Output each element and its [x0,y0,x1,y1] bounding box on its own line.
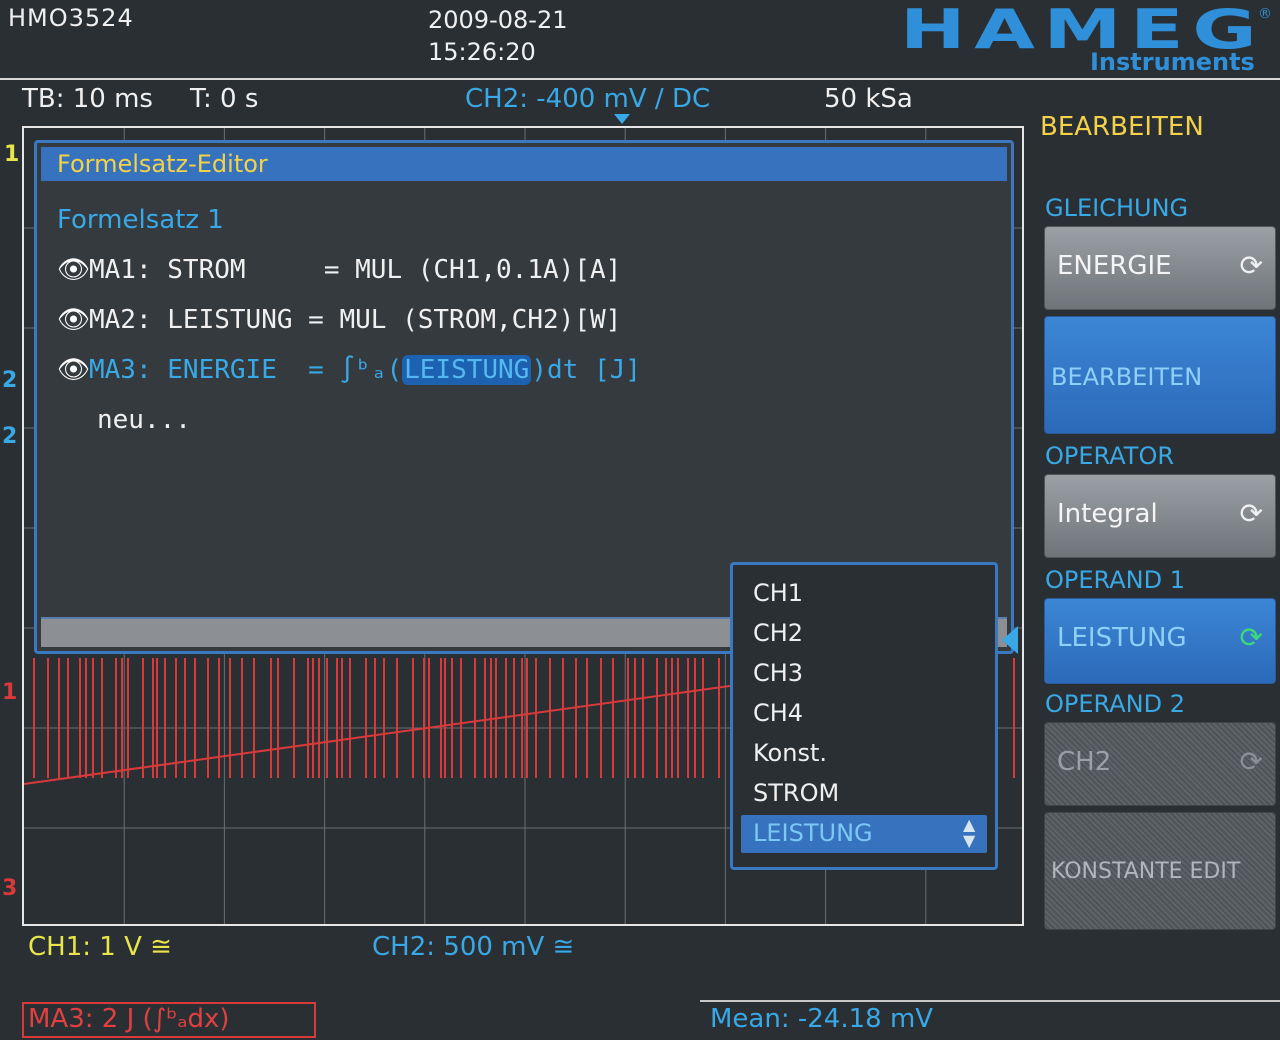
ch2-scale-readout: CH2: 500 mV ≅ [372,932,575,962]
device-model: HMO3524 [8,4,134,32]
operator-softkey[interactable]: Integral ⟳ [1044,474,1276,558]
constant-edit-softkey: KONSTANTE EDIT [1044,812,1276,930]
formula-name: STROM [167,255,309,285]
menu-pointer-icon [1002,626,1018,654]
ch2-marker-b: 2 [2,424,18,449]
equals-sign: = [308,255,356,285]
scroll-arrows-icon: ▲▼ [963,815,976,850]
selected-item-label: LEISTUNG [753,819,873,847]
rotary-knob-icon: ⟳ [1239,497,1263,530]
formula-row-ma2[interactable]: 👁MA2: LEISTUNG = MUL (STROM,CH2)[W] [57,305,621,335]
operand1-label: OPERAND 1 [1045,566,1185,594]
formula-name: LEISTUNG [167,305,293,335]
time: 15:26:20 [428,38,536,66]
trigger-time-readout: T: 0 s [190,84,259,114]
header-divider [0,78,1280,80]
equals-sign: = [292,305,340,335]
formula-expression: MUL (STROM,CH2)[W] [339,305,622,335]
registered-mark: ® [1258,6,1272,22]
ch2-marker-a: 2 [2,368,18,393]
trigger-position-icon [614,114,630,124]
equals-sign: = [292,355,340,385]
new-formula-entry[interactable]: neu... [97,405,191,435]
rotary-knob-icon: ⟳ [1239,621,1263,654]
formula-set-name: Formelsatz 1 [57,205,224,235]
operand2-value: CH2 [1057,747,1112,777]
sample-rate-readout: 50 kSa [824,84,913,114]
formula-id: MA3: [89,355,152,385]
dropdown-item[interactable]: CH3 [753,659,803,687]
constant-edit-label: KONSTANTE EDIT [1051,859,1241,884]
operand-dropdown[interactable]: CH1 CH2 CH3 CH4 Konst. STROM LEISTUNG ▲▼ [730,562,998,870]
gleichung-value: ENERGIE [1057,251,1172,281]
eye-icon[interactable]: 👁 [57,355,90,385]
dropdown-item[interactable]: CH1 [753,579,803,607]
formula-id: MA1: [89,255,152,285]
date-time: 2009-08-21 15:26:20 [428,4,567,68]
formula-id: MA2: [89,305,152,335]
ch2-status: CH2: -400 mV / DC [465,84,711,114]
eye-icon[interactable]: 👁 [57,255,90,285]
timebase-readout: TB: 10 ms [22,84,153,114]
ch1-scale-readout: CH1: 1 V ≅ [28,932,172,962]
trigger-marker: 1 [4,142,20,167]
ch1-trace [33,658,720,778]
gleichung-label: GLEICHUNG [1045,194,1189,222]
integral-prefix: ∫ᵇₐ( [339,355,403,385]
formula-expression: MUL (CH1,0.1A)[A] [355,255,622,285]
rotary-knob-icon: ⟳ [1239,745,1263,778]
operand2-softkey: CH2 ⟳ [1044,722,1276,806]
operand1-softkey[interactable]: LEISTUNG ⟳ [1044,598,1276,684]
operand-selection[interactable]: LEISTUNG [402,355,532,385]
menu-title: BEARBEITEN [1040,112,1204,142]
math-marker: 3 [2,876,18,901]
operator-value: Integral [1057,499,1158,529]
dropdown-item[interactable]: CH2 [753,619,803,647]
operand1-value: LEISTUNG [1057,623,1187,653]
formula-row-ma1[interactable]: 👁MA1: STROM = MUL (CH1,0.1A)[A] [57,255,621,285]
math-channel-readout: MA3: 2 J (∫ᵇₐdx) [28,1004,230,1034]
formula-name: ENERGIE [167,355,293,385]
dropdown-item[interactable]: STROM [753,779,839,807]
ch1-marker: 1 [2,680,18,705]
brand-subtitle: Instruments [1090,48,1255,76]
dropdown-item[interactable]: Konst. [753,739,827,767]
measurement-divider [700,1000,1280,1002]
operator-label: OPERATOR [1045,442,1175,470]
operand2-label: OPERAND 2 [1045,690,1185,718]
edit-softkey-label: BEARBEITEN [1051,363,1203,391]
rotary-knob-icon: ⟳ [1239,249,1263,282]
dialog-title: Formelsatz-Editor [41,147,1007,181]
dropdown-item-selected[interactable]: LEISTUNG ▲▼ [741,815,987,853]
formula-row-ma3[interactable]: 👁MA3: ENERGIE = ∫ᵇₐ(LEISTUNG)dt [J] [57,355,641,385]
date: 2009-08-21 [428,6,568,34]
dropdown-item[interactable]: CH4 [753,699,803,727]
gleichung-softkey[interactable]: ENERGIE ⟳ [1044,226,1276,310]
eye-icon[interactable]: 👁 [57,305,90,335]
mean-measurement: Mean: -24.18 mV [710,1004,934,1034]
edit-softkey[interactable]: BEARBEITEN [1044,316,1276,434]
integral-suffix: )dt [J] [531,355,641,385]
